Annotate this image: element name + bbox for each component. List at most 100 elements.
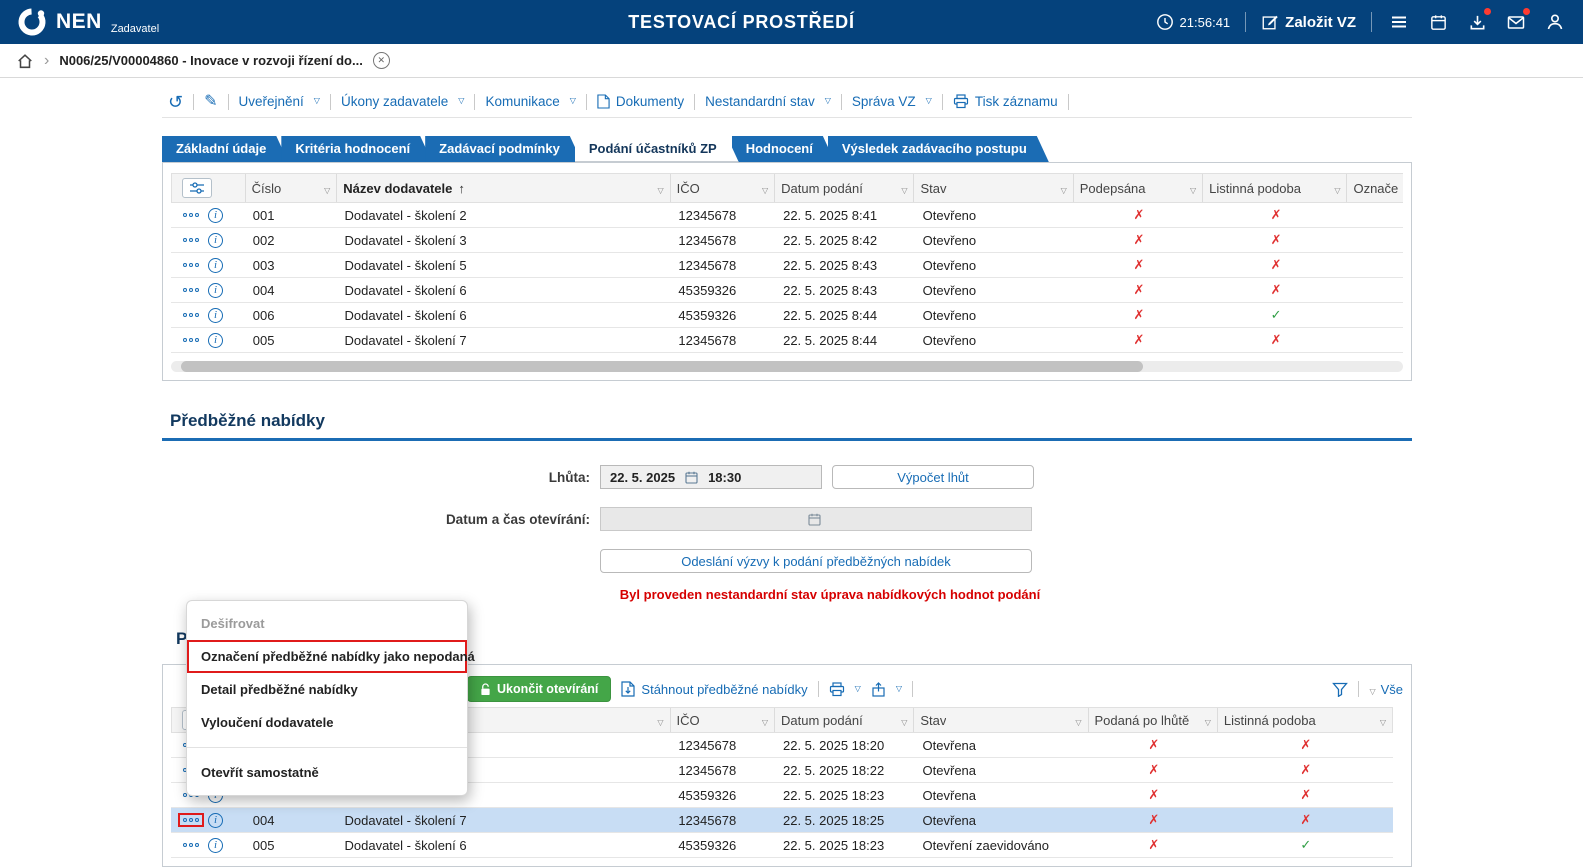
table-row[interactable]: 004 Dodavatel - školení 6 45359326 22. 5… — [171, 278, 1403, 303]
cell-datum: 22. 5. 2025 8:44 — [775, 308, 915, 323]
info-icon[interactable] — [208, 258, 223, 273]
home-icon[interactable] — [16, 52, 34, 70]
info-icon[interactable] — [208, 233, 223, 248]
info-icon[interactable] — [208, 308, 223, 323]
horizontal-scrollbar[interactable] — [171, 361, 1403, 372]
menu-hamburger-icon[interactable] — [1387, 10, 1411, 34]
more-actions-icon[interactable] — [181, 261, 201, 269]
scrollbar-thumb[interactable] — [181, 361, 1143, 372]
calendar-small-icon[interactable] — [685, 471, 698, 484]
table-row-selected[interactable]: 004 Dodavatel - školení 7 12345678 22. 5… — [171, 808, 1393, 833]
odeslani-vyzvy-button[interactable]: Odeslání výzvy k podání předběžných nabí… — [600, 549, 1032, 573]
menu-nestandardni-stav[interactable]: Nestandardní stav — [705, 94, 831, 109]
breadcrumb-current[interactable]: N006/25/V00004860 - Inovace v rozvoji ří… — [59, 53, 362, 68]
tab-hodnoceni[interactable]: Hodnocení — [732, 136, 835, 162]
cell-nazev: Dodavatel - školení 6 — [336, 838, 670, 853]
menu-ukony-zadavatele[interactable]: Úkony zadavatele — [341, 94, 464, 109]
column-settings-icon[interactable] — [182, 178, 212, 198]
filter-caret-icon[interactable] — [901, 181, 907, 196]
col-header-nazev[interactable]: Název dodavatele — [337, 174, 670, 202]
table-row[interactable]: 005 Dodavatel - školení 6 45359326 22. 5… — [171, 833, 1393, 858]
tab-podani-ucastniku[interactable]: Podání účastníků ZP — [575, 136, 739, 162]
table-row[interactable]: 002 Dodavatel - školení 3 12345678 22. 5… — [171, 228, 1403, 253]
info-icon[interactable] — [208, 838, 223, 853]
col-header-listinna[interactable]: Listinná podoba — [1218, 708, 1392, 732]
otevirani-datetime-field[interactable] — [600, 507, 1032, 531]
close-record-icon[interactable] — [373, 52, 390, 69]
col-header-datum[interactable]: Datum podání — [775, 708, 914, 732]
col-header-stav[interactable]: Stav — [914, 174, 1073, 202]
table-row[interactable]: 003 Dodavatel - školení 5 12345678 22. 5… — [171, 253, 1403, 278]
downloads-icon[interactable] — [1465, 10, 1489, 34]
col-header-ico[interactable]: IČO — [671, 708, 776, 732]
info-icon[interactable] — [208, 813, 223, 828]
filter-caret-icon[interactable] — [1205, 713, 1211, 728]
filter-caret-icon[interactable] — [1334, 181, 1340, 196]
more-actions-icon[interactable] — [181, 236, 201, 244]
filter-caret-icon[interactable] — [657, 713, 663, 728]
edit-record-icon[interactable] — [204, 94, 217, 110]
info-icon[interactable] — [208, 333, 223, 348]
col-header-stav[interactable]: Stav — [914, 708, 1088, 732]
menu-komunikace[interactable]: Komunikace — [485, 94, 575, 109]
export-dropdown[interactable] — [871, 682, 902, 697]
info-icon[interactable] — [208, 283, 223, 298]
more-actions-icon[interactable] — [181, 311, 201, 319]
table-row[interactable]: 005 Dodavatel - školení 7 12345678 22. 5… — [171, 328, 1403, 353]
lhuta-datetime-field[interactable]: 22. 5. 2025 18:30 — [600, 465, 822, 489]
filter-caret-icon[interactable] — [762, 713, 768, 728]
vypocet-lhut-button[interactable]: Výpočet lhůt — [832, 465, 1034, 489]
cell-podepsana-mark: ✗ — [1074, 282, 1204, 298]
tab-zadavaci-podminky[interactable]: Zadávací podmínky — [425, 136, 582, 162]
toolbar-separator — [912, 681, 913, 697]
stahnout-nabidky-button[interactable]: Stáhnout předběžné nabídky — [621, 681, 807, 697]
ukoncit-oteviraní-button[interactable]: Ukončit otevírání — [467, 676, 611, 702]
menu-item-oznaceni-nepodana[interactable]: Označení předběžné nabídky jako nepodaná — [187, 640, 467, 673]
info-icon[interactable] — [208, 208, 223, 223]
table-row[interactable]: 006 Dodavatel - školení 6 45359326 22. 5… — [171, 303, 1403, 328]
tab-kriteria-hodnoceni[interactable]: Kritéria hodnocení — [281, 136, 432, 162]
filter-caret-icon[interactable] — [1190, 181, 1196, 196]
col-header-datum[interactable]: Datum podání — [775, 174, 914, 202]
filter-caret-icon[interactable] — [1075, 713, 1081, 728]
calendar-icon[interactable] — [1426, 10, 1450, 34]
more-actions-icon[interactable] — [181, 841, 201, 849]
podani-table: Číslo Název dodavatele IČO Datum podání … — [171, 173, 1403, 353]
col-header-cislo[interactable]: Číslo — [246, 174, 338, 202]
notification-badge — [1484, 8, 1491, 15]
menu-item-vylouceni-dodavatele[interactable]: Vyloučení dodavatele — [187, 706, 467, 739]
col-header-oznacena[interactable]: Označe — [1347, 174, 1403, 202]
table-row[interactable]: 001 Dodavatel - školení 2 12345678 22. 5… — [171, 203, 1403, 228]
tab-zakladni-udaje[interactable]: Základní údaje — [162, 136, 288, 162]
filter-caret-icon[interactable] — [1061, 181, 1067, 196]
print-record-button[interactable]: Tisk záznamu — [953, 94, 1058, 109]
col-header-listinna[interactable]: Listinná podoba — [1203, 174, 1347, 202]
menu-item-otevrit-samostatne[interactable]: Otevřít samostatně — [187, 756, 467, 789]
mail-icon[interactable] — [1504, 10, 1528, 34]
filter-caret-icon[interactable] — [901, 713, 907, 728]
create-vz-button[interactable]: Založit VZ — [1261, 13, 1356, 31]
tab-vysledek[interactable]: Výsledek zadávacího postupu — [828, 136, 1049, 162]
col-header-po-lhute[interactable]: Podaná po lhůtě — [1089, 708, 1218, 732]
filter-caret-icon[interactable] — [657, 181, 663, 196]
col-header-podepsana[interactable]: Podepsána — [1074, 174, 1203, 202]
filter-vse-dropdown[interactable]: Vše — [1369, 682, 1403, 697]
more-actions-icon[interactable] — [181, 816, 201, 824]
menu-dokumenty[interactable]: Dokumenty — [597, 94, 684, 109]
menu-item-detail-nabidky[interactable]: Detail předběžné nabídky — [187, 673, 467, 706]
unlock-icon — [480, 683, 491, 696]
print-dropdown[interactable] — [829, 682, 861, 697]
filter-caret-icon[interactable] — [1380, 713, 1386, 728]
filter-funnel-icon[interactable] — [1332, 682, 1348, 697]
filter-caret-icon[interactable] — [762, 181, 768, 196]
more-actions-icon[interactable] — [181, 211, 201, 219]
filter-caret-icon[interactable] — [324, 181, 330, 196]
calendar-small-icon[interactable] — [808, 513, 821, 526]
user-profile-icon[interactable] — [1543, 10, 1567, 34]
menu-uverejneni[interactable]: Uveřejnění — [239, 94, 320, 109]
more-actions-icon[interactable] — [181, 286, 201, 294]
col-header-ico[interactable]: IČO — [671, 174, 776, 202]
more-actions-icon[interactable] — [181, 336, 201, 344]
undo-icon[interactable] — [168, 93, 183, 111]
menu-sprava-vz[interactable]: Správa VZ — [852, 94, 932, 109]
